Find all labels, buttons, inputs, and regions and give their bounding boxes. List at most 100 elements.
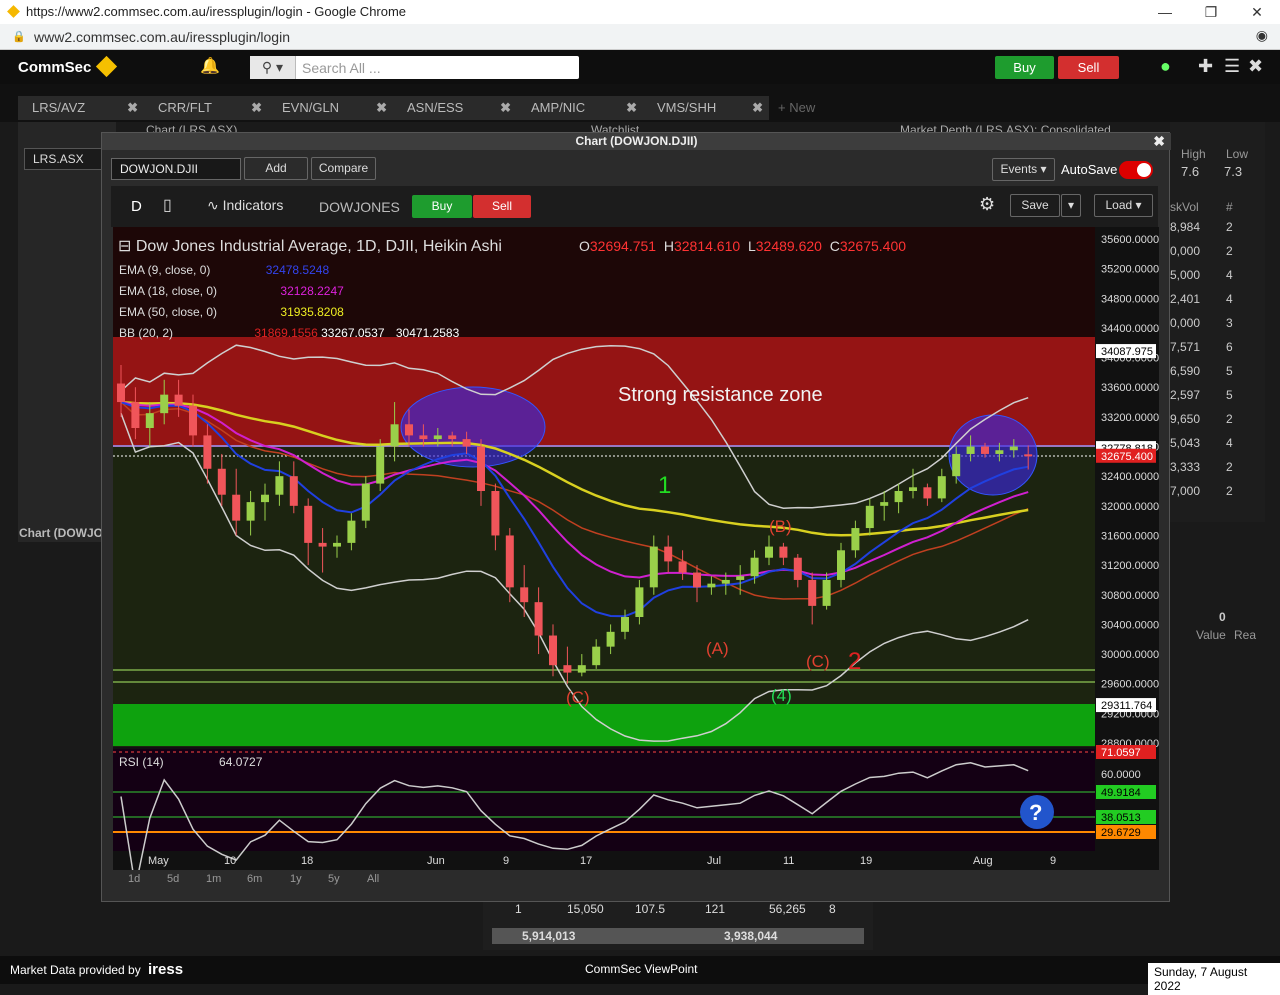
instrument-label: DOWJONES bbox=[319, 199, 400, 215]
rsi-tick: 38.0513 bbox=[1101, 812, 1141, 824]
settings-gear-icon[interactable]: ⚙ bbox=[979, 194, 995, 215]
ema50-row[interactable]: EMA (50, close, 0) 31935.8208 bbox=[119, 302, 459, 323]
indicators-button[interactable]: ∿ Indicators bbox=[207, 197, 283, 214]
tab-crr-flt[interactable]: CRR/FLT ✖ bbox=[144, 96, 268, 120]
time-axis: May 10 18 Jun 9 17 Jul 11 19 Aug 9 bbox=[148, 855, 1056, 867]
close-tab-icon[interactable]: ✖ bbox=[500, 96, 511, 120]
range-1y[interactable]: 1y bbox=[290, 873, 302, 885]
close-tab-icon[interactable]: ✖ bbox=[752, 96, 763, 120]
chart-window-title[interactable]: Chart (DOWJON.DJII) ✖ bbox=[102, 133, 1171, 150]
price-chart[interactable]: Strong resistance zone 1 2 (A) (B) (C) (… bbox=[113, 227, 1159, 888]
price-tick: 32000.0000 bbox=[1101, 501, 1159, 513]
url-text[interactable]: www2.commsec.com.au/iressplugin/login bbox=[34, 29, 290, 45]
cell: 3,938,044 bbox=[724, 929, 778, 943]
range-5d[interactable]: 5d bbox=[167, 873, 179, 885]
candle-body bbox=[505, 535, 514, 588]
close-tab-icon[interactable]: ✖ bbox=[251, 96, 262, 120]
commsec-logo[interactable]: CommSec bbox=[18, 55, 118, 78]
plus-icon[interactable]: ✚ bbox=[1198, 56, 1213, 77]
candle-body bbox=[865, 505, 874, 529]
ohlc-readout: O32694.751 H32814.610 L32489.620 C32675.… bbox=[579, 238, 907, 254]
price-tick: 34800.0000 bbox=[1101, 293, 1159, 305]
cell: 56,265 bbox=[769, 902, 806, 916]
autosave-toggle[interactable] bbox=[1119, 161, 1153, 179]
range-1d[interactable]: 1d bbox=[128, 873, 140, 885]
range-5y[interactable]: 5y bbox=[328, 873, 340, 885]
close-app-icon[interactable]: ✖ bbox=[1248, 56, 1263, 77]
legend-title: ⊟ Dow Jones Industrial Average, 1D, DJII… bbox=[118, 238, 502, 255]
rsi-tick: 60.0000 bbox=[1101, 769, 1141, 781]
wave-label: 1 bbox=[658, 472, 671, 499]
close-icon[interactable]: ✕ bbox=[1242, 2, 1272, 22]
search-icon[interactable]: ⚲ ▾ bbox=[250, 56, 296, 79]
search-input[interactable]: ⚲ ▾ Search All ... bbox=[250, 56, 579, 79]
close-tab-icon[interactable]: ✖ bbox=[127, 96, 138, 120]
tab-lrs-avz[interactable]: LRS/AVZ ✖ bbox=[18, 96, 144, 120]
tab-evn-gln[interactable]: EVN/GLN ✖ bbox=[268, 96, 393, 120]
candle-body bbox=[808, 579, 817, 606]
close-window-icon[interactable]: ✖ bbox=[1153, 133, 1165, 150]
bb-row[interactable]: BB (20, 2) 31869.1556 33267.0537 30471.2… bbox=[119, 323, 459, 344]
chart-buy-button[interactable]: Buy bbox=[412, 195, 472, 218]
load-dropdown[interactable]: Load ▾ bbox=[1094, 194, 1153, 217]
buy-button[interactable]: Buy bbox=[995, 56, 1054, 79]
address-bar[interactable]: 🔒 www2.commsec.com.au/iressplugin/login … bbox=[0, 24, 1280, 50]
compare-button[interactable]: Compare bbox=[311, 157, 376, 180]
time-tick: 18 bbox=[301, 855, 313, 867]
tab-asn-ess[interactable]: ASN/ESS ✖ bbox=[393, 96, 517, 120]
new-tab-button[interactable]: + New bbox=[778, 100, 815, 115]
save-button[interactable]: Save bbox=[1010, 194, 1060, 217]
candle-body bbox=[793, 557, 802, 580]
tab-amp-nic[interactable]: AMP/NIC ✖ bbox=[517, 96, 643, 120]
lock-icon: 🔒 bbox=[12, 31, 26, 43]
candle-body bbox=[390, 424, 399, 447]
candle-body bbox=[448, 435, 457, 440]
close-tab-icon[interactable]: ✖ bbox=[626, 96, 637, 120]
cell: 107.5 bbox=[635, 902, 666, 916]
time-tick: 10 bbox=[224, 855, 236, 867]
interval-button[interactable]: D bbox=[131, 198, 142, 215]
candle-style-icon[interactable]: ▯ bbox=[163, 195, 172, 215]
candle-body bbox=[736, 576, 745, 580]
close-tab-icon[interactable]: ✖ bbox=[376, 96, 387, 120]
candle-body bbox=[909, 487, 917, 491]
range-all[interactable]: All bbox=[367, 873, 379, 885]
candle-body bbox=[563, 665, 572, 673]
ema18-row[interactable]: EMA (18, close, 0) 32128.2247 bbox=[119, 281, 459, 302]
bell-icon[interactable]: 🔔 bbox=[200, 56, 220, 76]
ema9-row[interactable]: EMA (9, close, 0) 32478.5248 bbox=[119, 260, 459, 281]
chart-sell-button[interactable]: Sell bbox=[473, 195, 531, 218]
price-tick: 32400.0000 bbox=[1101, 471, 1159, 483]
viewpoint-label: CommSec ViewPoint bbox=[585, 962, 698, 976]
symbol-input[interactable]: DOWJON.DJII bbox=[111, 158, 241, 180]
tab-vms-shh[interactable]: VMS/SHH ✖ bbox=[643, 96, 769, 120]
price-tick: 34400.0000 bbox=[1101, 323, 1159, 335]
events-dropdown[interactable]: Events ▾ bbox=[992, 158, 1055, 181]
time-tick: 11 bbox=[783, 855, 794, 867]
browser-titlebar: https://www2.commsec.com.au/iressplugin/… bbox=[0, 0, 1280, 24]
menu-icon[interactable]: ☰ bbox=[1224, 56, 1240, 77]
help-icon[interactable]: ? bbox=[1029, 800, 1042, 825]
chart-toolbar: D ▯ ∿ Indicators DOWJONES Buy Sell ⚙ Sav… bbox=[111, 186, 1158, 227]
cell: 121 bbox=[705, 902, 726, 916]
cell: 15,050 bbox=[567, 902, 604, 916]
price-tick: 35600.0000 bbox=[1101, 234, 1159, 246]
rsi-tick: 49.9184 bbox=[1101, 787, 1141, 799]
count-header: # bbox=[1226, 200, 1233, 214]
cell: 5,914,013 bbox=[522, 929, 576, 943]
price-tick: 31600.0000 bbox=[1101, 530, 1159, 542]
time-tick: 19 bbox=[860, 855, 872, 867]
wave-label: 2 bbox=[848, 648, 861, 675]
sell-button[interactable]: Sell bbox=[1058, 56, 1119, 79]
restore-icon[interactable]: ❐ bbox=[1196, 2, 1226, 22]
minimize-icon[interactable]: — bbox=[1150, 2, 1180, 22]
candle-body bbox=[304, 505, 313, 543]
range-6m[interactable]: 6m bbox=[247, 873, 262, 885]
candle-body bbox=[462, 439, 471, 447]
eye-icon[interactable]: ◉ bbox=[1256, 27, 1268, 44]
save-dropdown-icon[interactable]: ▾ bbox=[1061, 194, 1081, 217]
bulb-icon[interactable]: ● bbox=[1160, 56, 1171, 77]
range-1m[interactable]: 1m bbox=[206, 873, 221, 885]
candle-body bbox=[693, 572, 701, 588]
add-button[interactable]: Add bbox=[244, 157, 308, 180]
